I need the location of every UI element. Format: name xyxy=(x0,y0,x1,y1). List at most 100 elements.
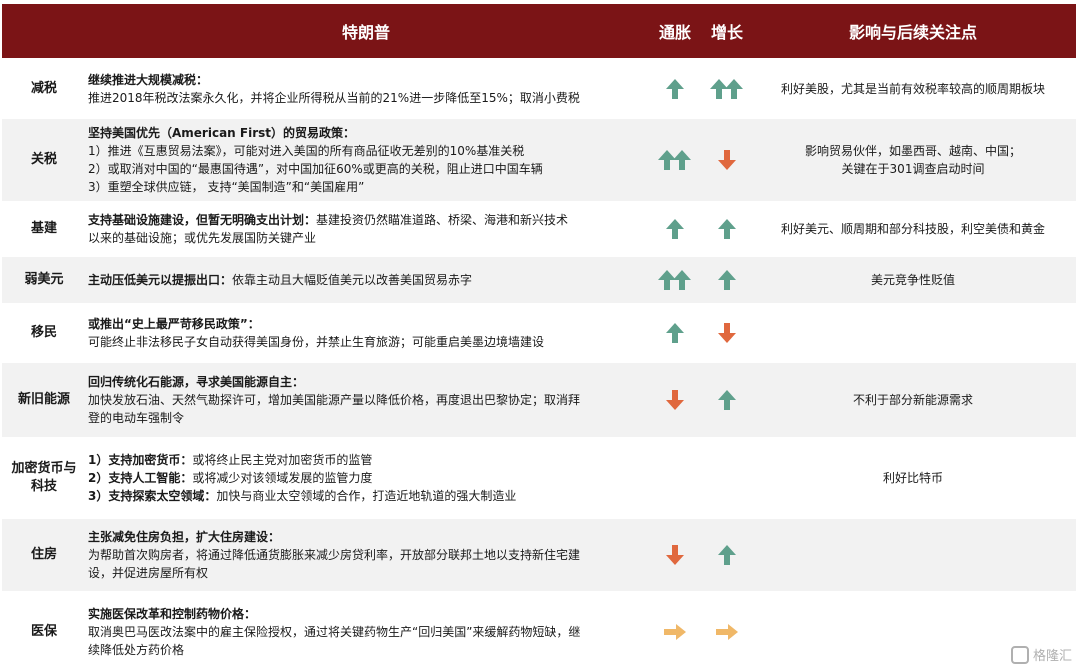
row-detail-line: 登的电动车强制令 xyxy=(88,411,185,425)
arrow-down-icon xyxy=(666,390,684,410)
header-main: 特朗普 xyxy=(341,23,390,42)
row-growth-indicator xyxy=(704,269,750,291)
table-row: 加密货币与 科技 1）支持加密货币：或将终止民主党对加密货币的监管 2）支持人工智能：… xyxy=(2,437,1076,519)
table-row: 弱美元 主动压低美元以提振出口：依靠主动且大幅贬值美元以改善美国贸易赤字 美元竞争性… xyxy=(2,257,1076,303)
row-title-line: 回归传统化石能源，寻求美国能源自主： xyxy=(88,373,646,391)
row-item-text: 或将终止民主党对加密货币的监管 xyxy=(192,453,373,467)
row-title: 实施医保改革和控制药物价格： xyxy=(88,606,257,621)
row-detail-line: 3）重塑全球供应链， 支持“美国制造”和“美国雇用” xyxy=(88,180,365,194)
row-growth-indicator xyxy=(704,389,750,411)
row-item-prefix: 2）支持人工智能： xyxy=(88,471,193,485)
row-item-line: 1）支持加密货币：或将终止民主党对加密货币的监管 xyxy=(88,451,646,469)
policy-table: 特朗普 通胀 增长 影响与后续关注点 减税 继续推进大规模减税： 推进2018年税改… xyxy=(2,4,1076,672)
row-item-line: 2）支持人工智能：或将减少对该领域发展的监管力度 xyxy=(88,469,646,487)
arrow-up-shape xyxy=(666,323,684,343)
row-title: 坚持美国优先（American First）的贸易政策： xyxy=(88,126,356,140)
row-title-line: 主动压低美元以提振出口：依靠主动且大幅贬值美元以改善美国贸易赤字 xyxy=(88,271,646,289)
row-category: 弱美元 xyxy=(24,272,64,287)
arrow-down-shape xyxy=(666,545,684,565)
arrow-right-shape xyxy=(664,623,686,640)
row-detail-line: 加快发放石油、天然气勘探许可，增加美国能源产量以降低价格，再度退出巴黎协定；取消… xyxy=(88,393,581,407)
table-body: 减税 继续推进大规模减税： 推进2018年税改法案永久化，并将企业所得税从当前的21… xyxy=(2,58,1076,672)
arrow-down-shape xyxy=(718,150,736,170)
row-title: 或推出“史上最严苛移民政策”： xyxy=(88,317,260,331)
row-impact-line: 利好美股，尤其是当前有效税率较高的顺周期板块 xyxy=(780,81,1045,96)
row-inflation-indicator xyxy=(646,269,704,291)
arrow-up-icon xyxy=(666,219,684,239)
row-inflation-indicator xyxy=(646,322,704,344)
arrow-up-shape xyxy=(666,219,684,239)
row-description: 实施医保改革和控制药物价格： 取消奥巴马医改法案中的雇主保险授权，通过将关键药物生… xyxy=(86,605,646,659)
row-category: 医保 xyxy=(30,623,57,639)
row-detail-line: 1）推进《互惠贸易法案》，可能对进入美国的所有商品征收无差别的10%基准关税 xyxy=(88,144,525,158)
row-detail-line: 可能终止非法移民子女自动获得美国身份，并禁止生育旅游；可能重启美墨边境墙建设 xyxy=(88,335,545,349)
row-detail-line: 续降低处方药价格 xyxy=(88,642,185,657)
row-category: 移民 xyxy=(30,325,57,340)
row-item-line: 3）支持探索太空领域：加快与商业太空领域的合作，打造近地轨道的强大制造业 xyxy=(88,487,646,505)
arrow-down-icon xyxy=(666,545,684,565)
arrow-up-shape xyxy=(718,545,736,565)
row-inflation-indicator xyxy=(646,218,704,240)
row-growth-indicator xyxy=(704,78,750,100)
row-category: 新旧能源 xyxy=(17,392,70,407)
row-growth-indicator xyxy=(704,544,750,566)
table-row: 医保 实施医保改革和控制药物价格： 取消奥巴马医改法案中的雇主保险授权，通过将关键药… xyxy=(2,591,1076,672)
row-growth-indicator xyxy=(704,623,750,641)
row-category: 关税 xyxy=(30,152,57,167)
watermark-logo-icon xyxy=(1010,645,1029,664)
row-impact-line: 不利于部分新能源需求 xyxy=(852,393,973,407)
arrow-right-icon xyxy=(716,623,738,640)
double-arrow-up-icon xyxy=(658,270,691,290)
row-detail-line: 推进2018年税改法案永久化，并将企业所得税从当前的21%进一步降低至15%；取… xyxy=(88,90,580,105)
arrow-up-shape xyxy=(725,78,743,99)
row-title-line: 支持基础设施建设，但暂无明确支出计划：基建投资仍然瞄准道路、桥梁、海港和新兴技术 xyxy=(88,211,646,229)
arrow-up-icon xyxy=(718,219,736,239)
row-category: 减税 xyxy=(30,80,57,96)
row-description: 或推出“史上最严苛移民政策”： 可能终止非法移民子女自动获得美国身份，并禁止生育旅… xyxy=(86,315,646,351)
row-item-prefix: 3）支持探索太空领域： xyxy=(88,489,217,503)
row-category-line: 加密货币与 xyxy=(11,461,77,476)
arrow-up-shape xyxy=(718,390,736,410)
arrow-down-shape xyxy=(666,390,684,410)
row-item-text: 或将减少对该领域发展的监管力度 xyxy=(192,471,373,485)
row-item-text: 加快与商业太空领域的合作，打造近地轨道的强大制造业 xyxy=(216,489,517,503)
row-detail-line: 以来的基础设施；或优先发展国防关键产业 xyxy=(88,231,317,245)
row-description: 支持基础设施建设，但暂无明确支出计划：基建投资仍然瞄准道路、桥梁、海港和新兴技术… xyxy=(86,211,646,247)
row-title: 支持基础设施建设，但暂无明确支出计划： xyxy=(88,213,317,227)
header-inflation: 通胀 xyxy=(658,23,691,42)
row-category: 加密货币与 科技 xyxy=(2,460,86,496)
row-title-line: 坚持美国优先（American First）的贸易政策： xyxy=(88,124,646,142)
row-inflation-indicator xyxy=(646,78,704,100)
row-impact: 利好美股，尤其是当前有效税率较高的顺周期板块 xyxy=(750,80,1076,98)
row-title-line: 或推出“史上最严苛移民政策”： xyxy=(88,315,646,333)
row-inflation-indicator xyxy=(646,149,704,171)
row-impact-line: 影响贸易伙伴，如墨西哥、越南、中国； xyxy=(804,144,1021,158)
double-arrow-up-icon xyxy=(658,150,691,170)
table-row: 关税 坚持美国优先（American First）的贸易政策： 1）推进《互惠贸易法… xyxy=(2,119,1076,201)
row-inflation-indicator xyxy=(646,544,704,566)
row-description: 继续推进大规模减税： 推进2018年税改法案永久化，并将企业所得税从当前的21%进… xyxy=(86,71,646,107)
arrow-up-icon xyxy=(718,390,736,410)
row-title-line: 继续推进大规模减税： xyxy=(88,71,646,89)
arrow-down-shape xyxy=(718,323,736,343)
row-title-suffix: 基建投资仍然瞄准道路、桥梁、海港和新兴技术 xyxy=(316,213,569,227)
watermark: 格隆汇 xyxy=(1010,645,1072,664)
arrow-up-shape xyxy=(673,270,691,290)
table-header: 特朗普 通胀 增长 影响与后续关注点 xyxy=(2,4,1076,58)
header-impact: 影响与后续关注点 xyxy=(848,23,977,42)
arrow-right-shape xyxy=(716,623,738,640)
row-impact-line: 关键在于301调查启动时间 xyxy=(841,162,985,176)
row-growth-indicator xyxy=(704,218,750,240)
double-arrow-up-icon xyxy=(710,78,743,99)
row-detail-line: 设，并促进房屋所有权 xyxy=(88,566,209,580)
row-inflation-indicator xyxy=(646,389,704,411)
table-row: 新旧能源 回归传统化石能源，寻求美国能源自主： 加快发放石油、天然气勘探许可，增加美… xyxy=(2,363,1076,437)
arrow-up-shape xyxy=(718,219,736,239)
table-row: 减税 继续推进大规模减税： 推进2018年税改法案永久化，并将企业所得税从当前的21… xyxy=(2,58,1076,119)
row-impact: 不利于部分新能源需求 xyxy=(750,391,1076,409)
row-category: 住房 xyxy=(30,547,57,562)
arrow-down-icon xyxy=(718,323,736,343)
arrow-right-icon xyxy=(664,623,686,640)
watermark-text: 格隆汇 xyxy=(1032,649,1072,664)
row-inflation-indicator xyxy=(646,623,704,641)
